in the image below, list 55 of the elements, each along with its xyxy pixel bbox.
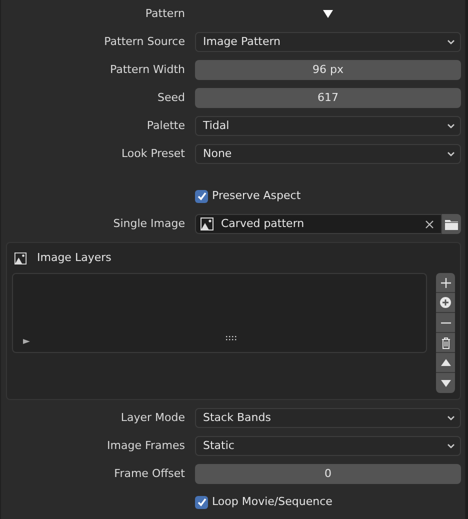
minus-icon <box>440 322 450 324</box>
move-up-button[interactable] <box>436 353 455 373</box>
chevron-down-icon <box>447 151 455 157</box>
dropdown[interactable]: Image Pattern <box>195 32 461 52</box>
list-options-toggle[interactable] <box>23 337 31 345</box>
number-field[interactable]: 96 px <box>195 60 461 80</box>
remove-button[interactable] <box>436 313 455 333</box>
dropdown[interactable]: Stack Bands <box>195 408 461 428</box>
dropdown-value: Image Pattern <box>203 34 281 50</box>
expand-toggle[interactable] <box>322 8 334 20</box>
field-label: Palette <box>146 118 185 134</box>
checkbox[interactable] <box>195 496 208 508</box>
folder-button[interactable] <box>442 214 461 234</box>
delete-button[interactable] <box>436 333 455 353</box>
dropdown[interactable]: Tidal <box>195 116 461 136</box>
image-name: Carved pattern <box>221 216 306 232</box>
chevron-down-icon <box>447 123 455 129</box>
field-label: Image Frames <box>106 438 185 454</box>
number-field[interactable]: 0 <box>195 464 461 484</box>
dropdown[interactable]: Static <box>195 436 461 456</box>
triangle-up-icon <box>440 359 450 366</box>
chevron-down-icon <box>447 443 455 449</box>
plus-icon <box>440 278 450 288</box>
checkbox-row[interactable]: Preserve Aspect <box>195 188 301 204</box>
trash-icon <box>440 336 450 348</box>
dropdown-value: None <box>203 146 232 162</box>
field-label: Seed <box>156 90 185 106</box>
number-field[interactable]: 617 <box>195 88 461 108</box>
plus-circle-icon <box>440 297 451 308</box>
panel-title: Image Layers <box>37 250 112 266</box>
dropdown-value: Tidal <box>203 118 230 134</box>
add-circle-button[interactable] <box>436 293 455 313</box>
field-label: Layer Mode <box>120 410 185 426</box>
triangle-down-icon <box>440 380 450 386</box>
image-icon <box>200 217 214 231</box>
field-label: Frame Offset <box>113 466 185 482</box>
checkbox-label: Preserve Aspect <box>212 188 301 204</box>
image-field[interactable]: Carved pattern <box>195 214 442 234</box>
field-label: Pattern <box>144 6 185 22</box>
checkbox[interactable] <box>195 190 208 202</box>
field-label: Single Image <box>112 216 185 232</box>
field-label: Pattern Width <box>108 62 185 78</box>
chevron-down-icon <box>447 39 455 45</box>
resize-grip-icon[interactable] <box>226 336 237 341</box>
dropdown-value: Stack Bands <box>203 410 271 426</box>
dropdown-value: Static <box>203 438 234 454</box>
dropdown[interactable]: None <box>195 144 461 164</box>
field-label: Look Preset <box>120 146 185 162</box>
move-down-button[interactable] <box>436 373 455 393</box>
close-icon[interactable] <box>425 220 434 228</box>
field-label: Pattern Source <box>103 34 185 50</box>
image-icon <box>14 252 27 264</box>
add-button[interactable] <box>436 273 455 293</box>
chevron-down-icon <box>447 415 455 421</box>
folder-icon <box>445 218 458 230</box>
